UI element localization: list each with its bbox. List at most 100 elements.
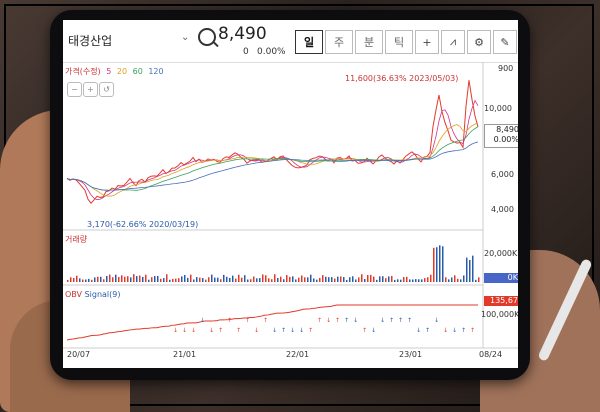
x-axis-end: 08/24	[479, 350, 503, 359]
volume-bar	[280, 276, 282, 282]
volume-bar	[184, 275, 186, 282]
volume-bar	[67, 279, 69, 282]
volume-bar	[445, 277, 447, 282]
signal-arrow: ↑	[362, 327, 367, 334]
volume-bar	[205, 279, 207, 282]
volume-bar	[319, 277, 321, 282]
x-axis-start: 20/07	[67, 350, 91, 359]
volume-bar	[160, 278, 162, 282]
volume-tag: 0K	[484, 273, 518, 283]
obv-tag: 135,67	[484, 296, 518, 306]
volume-bar	[229, 277, 231, 282]
volume-bar	[178, 278, 180, 282]
volume-bar	[139, 275, 141, 282]
obv-label: OBV Signal(9)	[65, 290, 120, 299]
signal-arrow: ↓	[290, 327, 295, 334]
volume-bar	[256, 278, 258, 282]
volume-bar	[217, 277, 219, 282]
volume-bar	[349, 277, 351, 282]
volume-bar	[187, 277, 189, 282]
volume-bar	[175, 278, 177, 282]
signal-arrow: ↓	[209, 327, 214, 334]
volume-bar	[418, 279, 420, 282]
volume-bar	[121, 275, 123, 282]
volume-bar	[265, 275, 267, 282]
volume-bar	[421, 279, 423, 282]
volume-bar	[199, 277, 201, 282]
volume-bar	[331, 277, 333, 282]
volume-bar	[118, 277, 120, 282]
signal-arrow: ↑	[461, 327, 466, 334]
volume-bar	[100, 276, 102, 282]
volume-bar	[151, 277, 153, 282]
volume-bar	[70, 277, 72, 282]
signal-arrow: ↓	[173, 327, 178, 334]
price-axis-top: 900	[498, 64, 514, 73]
price-tag-pct: 0.00%	[493, 135, 518, 144]
volume-bar	[325, 276, 327, 282]
volume-bar	[307, 277, 309, 282]
volume-bar	[220, 279, 222, 282]
volume-bar	[268, 278, 270, 282]
volume-bar	[277, 277, 279, 282]
volume-bar	[214, 277, 216, 282]
volume-bar	[367, 274, 369, 282]
volume-bar	[472, 255, 474, 282]
volume-bar	[454, 275, 456, 282]
volume-bar	[322, 275, 324, 282]
volume-bar	[232, 275, 234, 282]
price-axis-4000: 4,000	[491, 205, 514, 214]
volume-bar	[202, 278, 204, 282]
volume-axis: 20,000K	[484, 249, 518, 258]
volume-bar	[328, 277, 330, 282]
volume-bar	[262, 274, 264, 282]
volume-bar	[298, 277, 300, 282]
obv-signal-label: Signal(9)	[84, 290, 121, 299]
volume-bar	[355, 279, 357, 282]
stock-chart-screen: 태경산업 ⌄ 8,490 0 0.00% 일 주 분 틱 + ⩘ ⚙ ✎ 가격(…	[63, 20, 518, 368]
volume-bar	[94, 277, 96, 282]
chart-canvas: ↓ ↓ ↓ ↓ ↓ ↑ ↑ ↑ ↑ ↓ ↑ ↓ ↑ ↓ ↓ ↑ ↑ ↓ ↑ ↑ ↓ ↑ ↓ ↓ ↑ ↑ ↑ ↓ ↑ ↓ ↓ ↓ ↑ ↑	[63, 62, 518, 349]
ma120-line	[66, 141, 479, 191]
volume-bar	[466, 257, 468, 282]
volume-bar	[295, 279, 297, 282]
volume-bar	[250, 279, 252, 282]
signal-arrow: ↑	[425, 327, 430, 334]
volume-bar	[85, 279, 87, 282]
volume-bar	[388, 276, 390, 282]
price-axis-6000: 6,000	[491, 170, 514, 179]
volume-bar	[469, 259, 471, 282]
volume-bar	[400, 279, 402, 282]
volume-bar	[286, 275, 288, 282]
low-note: 3,170(-62.66% 2020/03/19)	[87, 220, 199, 229]
volume-bar	[334, 278, 336, 282]
signal-arrow: ↓	[380, 317, 385, 324]
signal-arrow: ↑	[470, 327, 475, 334]
signal-arrow: ↑	[245, 317, 250, 324]
volume-bar	[73, 277, 75, 282]
volume-bar	[409, 279, 411, 282]
x-axis-2201: 22/01	[286, 350, 310, 359]
volume-bar	[157, 275, 159, 282]
signal-arrow: ↑	[281, 327, 286, 334]
signal-arrow: ↓	[353, 317, 358, 324]
volume-bar	[352, 276, 354, 282]
volume-bar	[181, 276, 183, 282]
high-note: 11,600(36.63% 2023/05/03)	[345, 74, 459, 83]
volume-bar	[148, 279, 150, 282]
volume-bar	[385, 278, 387, 282]
volume-bar	[76, 275, 78, 282]
volume-bar	[259, 278, 261, 282]
volume-bar	[169, 279, 171, 282]
volume-bar	[193, 279, 195, 282]
volume-bar	[292, 276, 294, 282]
volume-bar	[136, 276, 138, 282]
signal-arrow: ↓	[272, 327, 277, 334]
volume-bar	[436, 247, 438, 282]
volume-bar	[475, 279, 477, 282]
obv-label-text: OBV	[65, 290, 83, 299]
volume-bar	[91, 279, 93, 282]
volume-bar	[274, 274, 276, 282]
volume-bar	[289, 276, 291, 282]
volume-bar	[283, 279, 285, 282]
